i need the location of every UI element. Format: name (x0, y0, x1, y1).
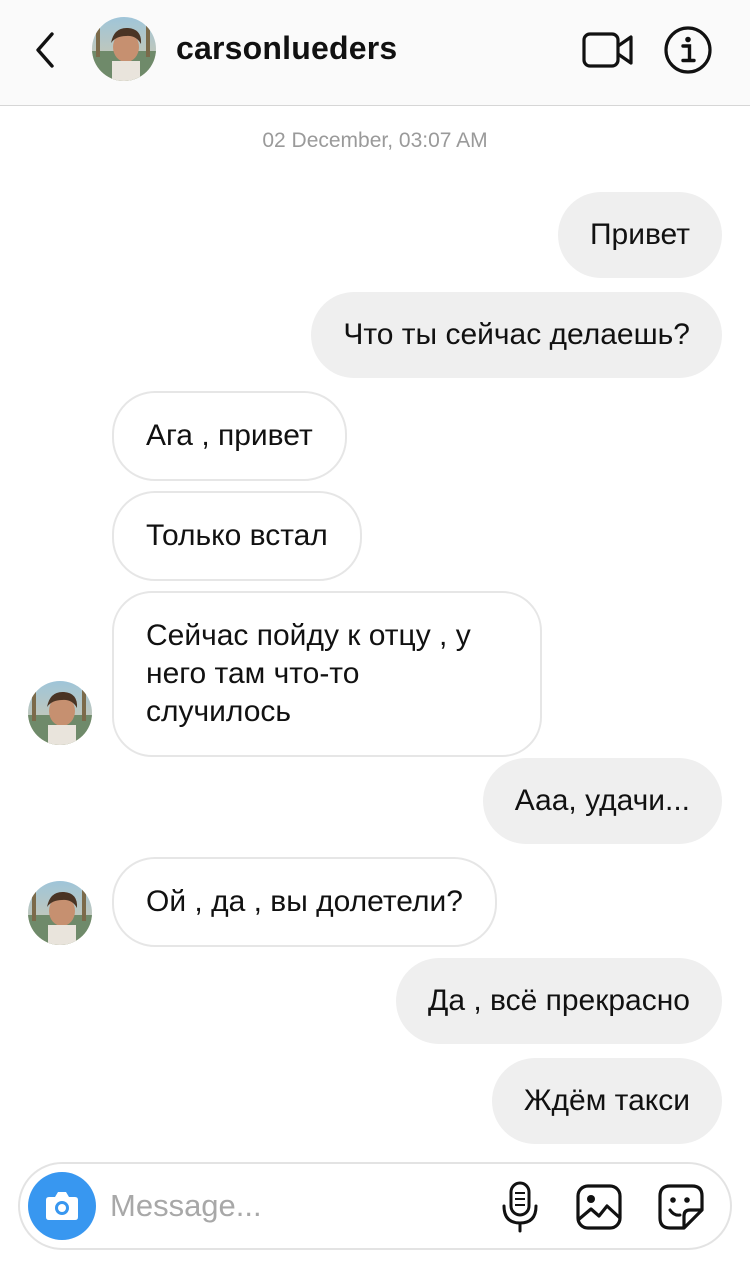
message-bubble-outgoing[interactable]: Да , всё прекрасно (396, 958, 722, 1044)
message-bubble-outgoing[interactable]: Что ты сейчас делаешь? (311, 292, 722, 378)
sender-avatar[interactable] (28, 881, 92, 945)
info-icon (664, 26, 712, 74)
info-button[interactable] (662, 24, 714, 76)
avatar-image (28, 881, 92, 945)
sticker-icon (658, 1184, 704, 1230)
sender-avatar[interactable] (28, 681, 92, 745)
avatar[interactable] (92, 17, 156, 81)
avatar-image (92, 17, 156, 81)
back-button[interactable] (28, 28, 64, 72)
video-call-button[interactable] (580, 27, 636, 73)
message-composer (18, 1162, 732, 1250)
message-bubble-outgoing[interactable]: Привет (557, 192, 722, 278)
message-input[interactable] (110, 1180, 490, 1232)
chat-header: carsonlueders (0, 0, 750, 106)
camera-icon (46, 1192, 78, 1220)
message-bubble-incoming[interactable]: Ага , привет (112, 391, 347, 481)
message-bubble-incoming[interactable]: Сейчас пойду к отцу , у него там что-то … (112, 591, 542, 757)
voice-message-button[interactable] (500, 1180, 540, 1234)
message-bubble-outgoing[interactable]: Ждём такси (491, 1058, 722, 1144)
thread-timestamp: 02 December, 03:07 AM (262, 129, 488, 152)
avatar-image (28, 681, 92, 745)
chevron-left-icon (36, 32, 54, 68)
microphone-icon (502, 1181, 538, 1233)
sticker-button[interactable] (656, 1182, 706, 1232)
video-camera-icon (582, 32, 633, 68)
image-gallery-icon (576, 1184, 622, 1230)
gallery-button[interactable] (574, 1182, 624, 1232)
camera-button[interactable] (28, 1172, 96, 1240)
message-bubble-outgoing[interactable]: Ааа, удачи... (482, 758, 722, 844)
chat-username[interactable]: carsonlueders (176, 28, 397, 68)
message-bubble-incoming[interactable]: Ой , да , вы долетели? (112, 857, 497, 947)
message-bubble-incoming[interactable]: Только встал (112, 491, 362, 581)
